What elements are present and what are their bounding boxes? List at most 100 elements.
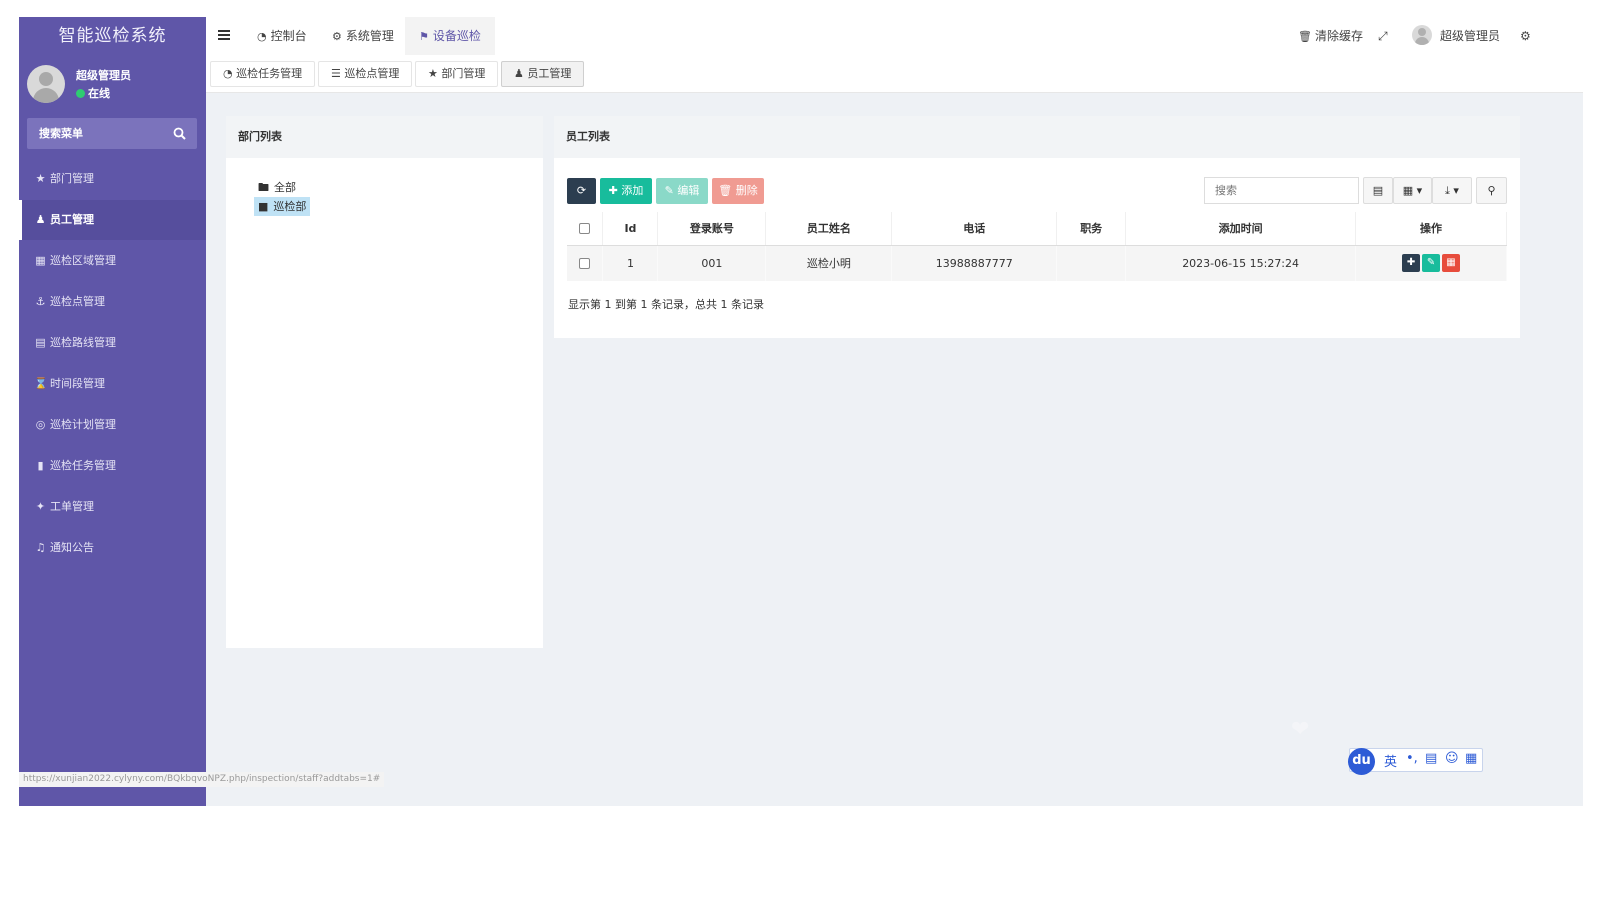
pencil-icon: ✎ xyxy=(664,184,678,197)
user-status-label: 在线 xyxy=(88,87,110,100)
ime-toolbar: du 英 •, ▤ ☺ ▦ xyxy=(1348,748,1483,775)
sidebar-item-label: 巡检点管理 xyxy=(50,295,105,308)
column-header[interactable]: 添加时间 xyxy=(1125,212,1357,246)
move-icon: ✚ xyxy=(1406,257,1416,269)
sidebar-item-points[interactable]: ⚓ 巡检点管理 xyxy=(19,282,206,322)
sidebar-item-areas[interactable]: ▦ 巡检区域管理 xyxy=(19,241,206,281)
settings-icon[interactable]: ⚙ xyxy=(1520,17,1531,55)
sidebar-item-routes[interactable]: ▤ 巡检路线管理 xyxy=(19,323,206,363)
drag-sort-button[interactable]: ✚ xyxy=(1402,254,1421,273)
row-edit-button[interactable]: ✎ xyxy=(1422,254,1441,273)
search-icon: ⚲ xyxy=(1487,184,1496,197)
row-delete-button[interactable]: ▦ xyxy=(1442,254,1461,273)
baidu-ime-icon[interactable]: du xyxy=(1348,748,1375,775)
ime-language-toggle[interactable]: 英 xyxy=(1384,751,1397,770)
tab-label: 部门管理 xyxy=(441,67,486,80)
select-all-cell xyxy=(567,212,604,246)
tree-node-inspection-dept[interactable]: ■ 巡检部 xyxy=(254,197,311,216)
edit-button[interactable]: ✎ 编辑 xyxy=(656,178,708,204)
tab-label: 巡检任务管理 xyxy=(236,67,303,80)
clear-cache-button[interactable]: 🗑 清除缓存 xyxy=(1298,17,1363,55)
sidebar-search xyxy=(27,118,197,149)
column-header[interactable]: 登录账号 xyxy=(657,212,767,246)
select-all-checkbox[interactable] xyxy=(579,223,591,235)
sidebar-item-workorders[interactable]: ✦ 工单管理 xyxy=(19,487,206,527)
sidebar-item-label: 时间段管理 xyxy=(50,377,105,390)
column-header[interactable]: 员工姓名 xyxy=(765,212,893,246)
search-icon[interactable] xyxy=(173,127,186,140)
tree-node-label: 巡检部 xyxy=(273,200,307,213)
sidebar-item-label: 工单管理 xyxy=(50,500,94,513)
cell-phone: 13988887777 xyxy=(891,245,1058,281)
tree-node-label: 全部 xyxy=(274,181,296,194)
trash-icon: ▦ xyxy=(1446,257,1456,269)
grid-icon: ▦ xyxy=(35,254,46,267)
refresh-icon: ⟳ xyxy=(576,184,587,197)
nav-tab-system[interactable]: ⚙ 系统管理 xyxy=(318,17,408,55)
column-header[interactable]: 职务 xyxy=(1056,212,1127,246)
department-panel: 部门列表 🖿 全部 ■ 巡检部 xyxy=(226,116,543,648)
app-window: 智能巡检系统 超级管理员 在线 ★部门管理 ♟员工管理 ▦巡检区域管理 ⚓巡检点… xyxy=(19,17,1583,806)
toggle-view-button[interactable]: ▤ xyxy=(1363,177,1393,204)
columns-button[interactable]: ▦ ▾ xyxy=(1393,177,1432,204)
tab-staff-management[interactable]: ♟ 员工管理 xyxy=(501,61,585,87)
nav-tab-dashboard[interactable]: ◔ 控制台 xyxy=(243,17,321,55)
crosshair-icon: ✦ xyxy=(35,500,46,513)
tab-task-management[interactable]: ◔ 巡检任务管理 xyxy=(210,61,316,87)
sidebar-item-label: 巡检区域管理 xyxy=(50,254,116,267)
page-tabs: ◔ 巡检任务管理 ☰ 巡检点管理 ★ 部门管理 ♟ 员工管理 xyxy=(206,55,1583,93)
sidebar-item-timeslots[interactable]: ⌛ 时间段管理 xyxy=(19,364,206,404)
menu-toggle-icon[interactable] xyxy=(218,29,230,41)
cell-created: 2023-06-15 15:27:24 xyxy=(1125,245,1357,281)
bookmark-icon: ▮ xyxy=(37,459,44,472)
sidebar-search-input[interactable] xyxy=(27,118,167,149)
user-icon: ♟ xyxy=(35,213,46,226)
export-button[interactable]: ⤓ ▾ xyxy=(1432,177,1472,204)
watermark-icon: ❤ xyxy=(1291,717,1312,742)
online-dot-icon xyxy=(76,89,85,98)
staff-search-input[interactable] xyxy=(1204,177,1359,204)
account-icon[interactable]: ☺ xyxy=(1445,751,1459,766)
sidebar-item-notices[interactable]: ♫ 通知公告 xyxy=(19,528,206,568)
advanced-search-button[interactable]: ⚲ xyxy=(1476,177,1507,204)
user-icon: ♟ xyxy=(514,67,528,80)
user-menu[interactable]: 超级管理员 xyxy=(1412,17,1500,55)
cell-account: 001 xyxy=(657,245,767,281)
users-icon: ★ xyxy=(35,172,46,185)
table-row[interactable]: 1 001 巡检小明 13988887777 2023-06-15 15:27:… xyxy=(567,245,1507,281)
sidebar-item-departments[interactable]: ★ 部门管理 xyxy=(19,159,206,199)
nav-tab-inspection[interactable]: ⚑ 设备巡检 xyxy=(405,17,495,55)
sidebar-item-label: 巡检路线管理 xyxy=(50,336,116,349)
table-icon: ▤ xyxy=(1372,184,1384,197)
flag-icon: ⚑ xyxy=(419,30,429,43)
grid-menu-icon[interactable]: ▦ xyxy=(1465,751,1477,766)
column-header[interactable]: 电话 xyxy=(891,212,1058,246)
toolbox-icon[interactable]: ▤ xyxy=(1425,751,1437,766)
nav-tab-label: 控制台 xyxy=(270,29,307,43)
row-checkbox[interactable] xyxy=(579,258,591,270)
sidebar: 智能巡检系统 超级管理员 在线 ★ 部门管理 ♟ 员工管理 ▦ 巡检区域管理 ⚓ 巡检点… xyxy=(19,17,206,806)
tab-point-management[interactable]: ☰ 巡检点管理 xyxy=(318,61,413,87)
avatar xyxy=(1412,25,1432,45)
sidebar-item-label: 巡检任务管理 xyxy=(50,459,116,472)
column-header[interactable]: Id xyxy=(602,212,659,246)
tree-node-all[interactable]: 🖿 全部 xyxy=(254,178,310,197)
refresh-button[interactable]: ⟳ xyxy=(567,178,596,204)
app-logo[interactable]: 智能巡检系统 xyxy=(19,17,206,55)
nav-tab-label: 系统管理 xyxy=(345,29,394,43)
fullscreen-icon[interactable]: ⤢ xyxy=(1378,17,1388,55)
add-label: 添加 xyxy=(621,184,644,197)
edit-label: 编辑 xyxy=(677,184,700,197)
sidebar-item-tasks[interactable]: ▮ 巡检任务管理 xyxy=(19,446,206,486)
sidebar-item-staff[interactable]: ♟ 员工管理 xyxy=(19,200,206,240)
table-header-row: Id 登录账号 员工姓名 电话 职务 添加时间 操作 xyxy=(567,212,1507,246)
punctuation-icon[interactable]: •, xyxy=(1406,751,1418,766)
delete-button[interactable]: 🗑 删除 xyxy=(712,178,764,204)
tab-department-management[interactable]: ★ 部门管理 xyxy=(415,61,499,87)
folder-icon: ■ xyxy=(258,200,269,213)
add-button[interactable]: ✚ 添加 xyxy=(600,178,652,204)
sidebar-item-plans[interactable]: ◎ 巡检计划管理 xyxy=(19,405,206,445)
eye-icon: ◎ xyxy=(35,418,46,431)
trash-icon: 🗑 xyxy=(718,184,736,197)
delete-label: 删除 xyxy=(735,184,758,197)
